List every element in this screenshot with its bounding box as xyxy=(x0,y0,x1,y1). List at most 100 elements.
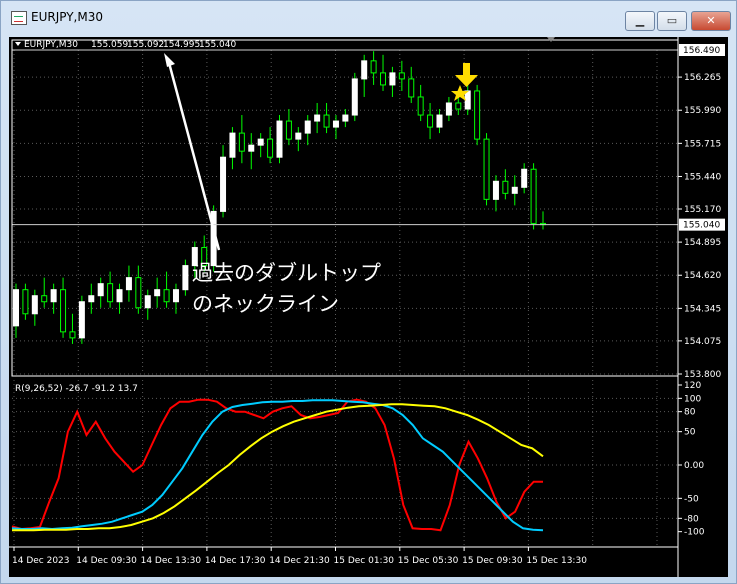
candle-body xyxy=(144,295,151,309)
candle-body xyxy=(361,60,368,80)
rci-tick-label: -100 xyxy=(684,528,705,538)
candle-body xyxy=(154,289,161,297)
rci-tick-label: 0.00 xyxy=(684,461,704,471)
candle-body xyxy=(502,180,509,194)
annotation-line-1: 過去のダブルトップ xyxy=(192,261,381,285)
candle-body xyxy=(172,289,179,303)
candle-body xyxy=(389,72,396,86)
chart-area[interactable]: 156.265 155.990 155.715 155.440 155.170 154.8… xyxy=(9,37,728,577)
time-tick-label: 14 Dec 09:30 xyxy=(76,556,137,566)
candle-body xyxy=(276,120,283,158)
time-tick-label: 14 Dec 2023 xyxy=(12,556,70,566)
ohlc-low: 154.995 xyxy=(163,40,200,50)
rci-tick-label: -80 xyxy=(684,514,699,524)
rci-lines xyxy=(11,398,544,532)
chart-window: EURJPY,M30 ▁ ▭ ✕ 156.265 155.990 155.715 15… xyxy=(0,0,737,584)
candle-body xyxy=(78,301,85,339)
menu-triangle-icon[interactable] xyxy=(15,42,21,46)
rci-tick-label: -50 xyxy=(684,494,699,504)
candle-body xyxy=(351,78,358,116)
price-tick-label: 154.075 xyxy=(684,337,721,347)
price-tick-label: 156.265 xyxy=(684,73,721,83)
rci-header: R(9,26,52) -26.7 -91.2 13.7 xyxy=(15,384,138,394)
candle-body xyxy=(323,114,330,128)
candle-body xyxy=(511,186,518,194)
time-tick-label: 14 Dec 17:30 xyxy=(205,556,266,566)
candle-body xyxy=(31,295,38,315)
time-axis: 14 Dec 2023 14 Dec 09:30 14 Dec 13:30 14 De… xyxy=(9,546,678,566)
candle-body xyxy=(332,120,339,128)
candle-body xyxy=(238,132,245,152)
time-tick-label: 15 Dec 01:30 xyxy=(334,556,395,566)
candle-body xyxy=(22,289,29,315)
candle-body xyxy=(13,289,19,327)
candle-body xyxy=(229,132,236,158)
candle-body xyxy=(398,72,405,80)
window-title: EURJPY,M30 xyxy=(31,10,103,24)
rci-series-line xyxy=(11,399,544,532)
candle-body xyxy=(304,120,311,134)
candle-body xyxy=(267,138,274,158)
candle-body xyxy=(380,72,387,86)
candle-body xyxy=(483,138,490,200)
chart-app-icon xyxy=(11,11,27,25)
candle-body xyxy=(107,283,114,303)
price-tick-label: 155.170 xyxy=(684,205,721,215)
candle-body xyxy=(445,102,452,116)
rci-tick-label: 100 xyxy=(684,394,701,404)
minimize-button[interactable]: ▁ xyxy=(625,11,655,31)
candle-body xyxy=(182,265,189,291)
candle-body xyxy=(295,132,302,140)
maximize-button[interactable]: ▭ xyxy=(657,11,687,31)
candle-body xyxy=(530,168,537,224)
rci-tick-label: 120 xyxy=(684,381,701,391)
price-tick-label: 154.620 xyxy=(684,271,721,281)
candle-body xyxy=(474,90,481,140)
price-tick-label: 155.990 xyxy=(684,106,721,116)
candle-body xyxy=(436,114,443,128)
candle-body xyxy=(427,114,434,128)
candle-body xyxy=(492,180,499,200)
rci-tick-label: 50 xyxy=(684,428,696,438)
symbol-label: EURJPY,M30 xyxy=(24,40,78,50)
time-tick-label: 14 Dec 21:30 xyxy=(269,556,330,566)
candle-body xyxy=(135,277,142,309)
candle-body xyxy=(464,90,471,110)
ohlc-high: 155.092 xyxy=(127,40,164,50)
candle-body xyxy=(50,289,57,303)
rci-axis: 120 100 80 50 0.00 -50 -80 -100 xyxy=(678,381,705,538)
candle-body xyxy=(125,277,132,291)
candle-body xyxy=(60,289,67,333)
price-tick-label: 154.345 xyxy=(684,304,721,314)
annotation-arrow xyxy=(166,58,221,251)
ohlc-open: 155.059 xyxy=(91,40,128,50)
candle-body xyxy=(116,289,123,303)
rci-series-line xyxy=(11,398,543,532)
candle-body xyxy=(257,138,264,146)
candle-body xyxy=(408,78,415,98)
candle-body xyxy=(521,168,528,188)
price-tick-label: 155.440 xyxy=(684,172,721,182)
candle-body xyxy=(417,96,424,116)
close-button[interactable]: ✕ xyxy=(691,11,731,31)
candle-body xyxy=(69,331,76,339)
price-axis: 156.265 155.990 155.715 155.440 155.170 154.8… xyxy=(12,44,725,380)
rci-tick-label: 80 xyxy=(684,408,696,418)
sell-arrow-icon xyxy=(455,63,478,87)
candle-body xyxy=(220,156,227,212)
time-tick-label: 15 Dec 05:30 xyxy=(398,556,459,566)
price-panel-border xyxy=(11,39,679,377)
annotation-line-2: のネックライン xyxy=(192,292,339,316)
title-bar[interactable]: EURJPY,M30 ▁ ▭ ✕ xyxy=(1,1,736,35)
rci-grid xyxy=(12,397,678,519)
rci-series-line xyxy=(12,403,544,532)
time-tick-label: 14 Dec 13:30 xyxy=(141,556,202,566)
price-tick-label: 154.895 xyxy=(684,238,721,248)
candle-body xyxy=(342,114,349,122)
candle-body xyxy=(97,283,104,297)
candle-body xyxy=(370,60,377,74)
candle-body xyxy=(455,102,462,110)
candle-body xyxy=(285,120,292,140)
ohlc-close: 155.040 xyxy=(199,40,236,50)
time-tick-label: 15 Dec 13:30 xyxy=(526,556,587,566)
